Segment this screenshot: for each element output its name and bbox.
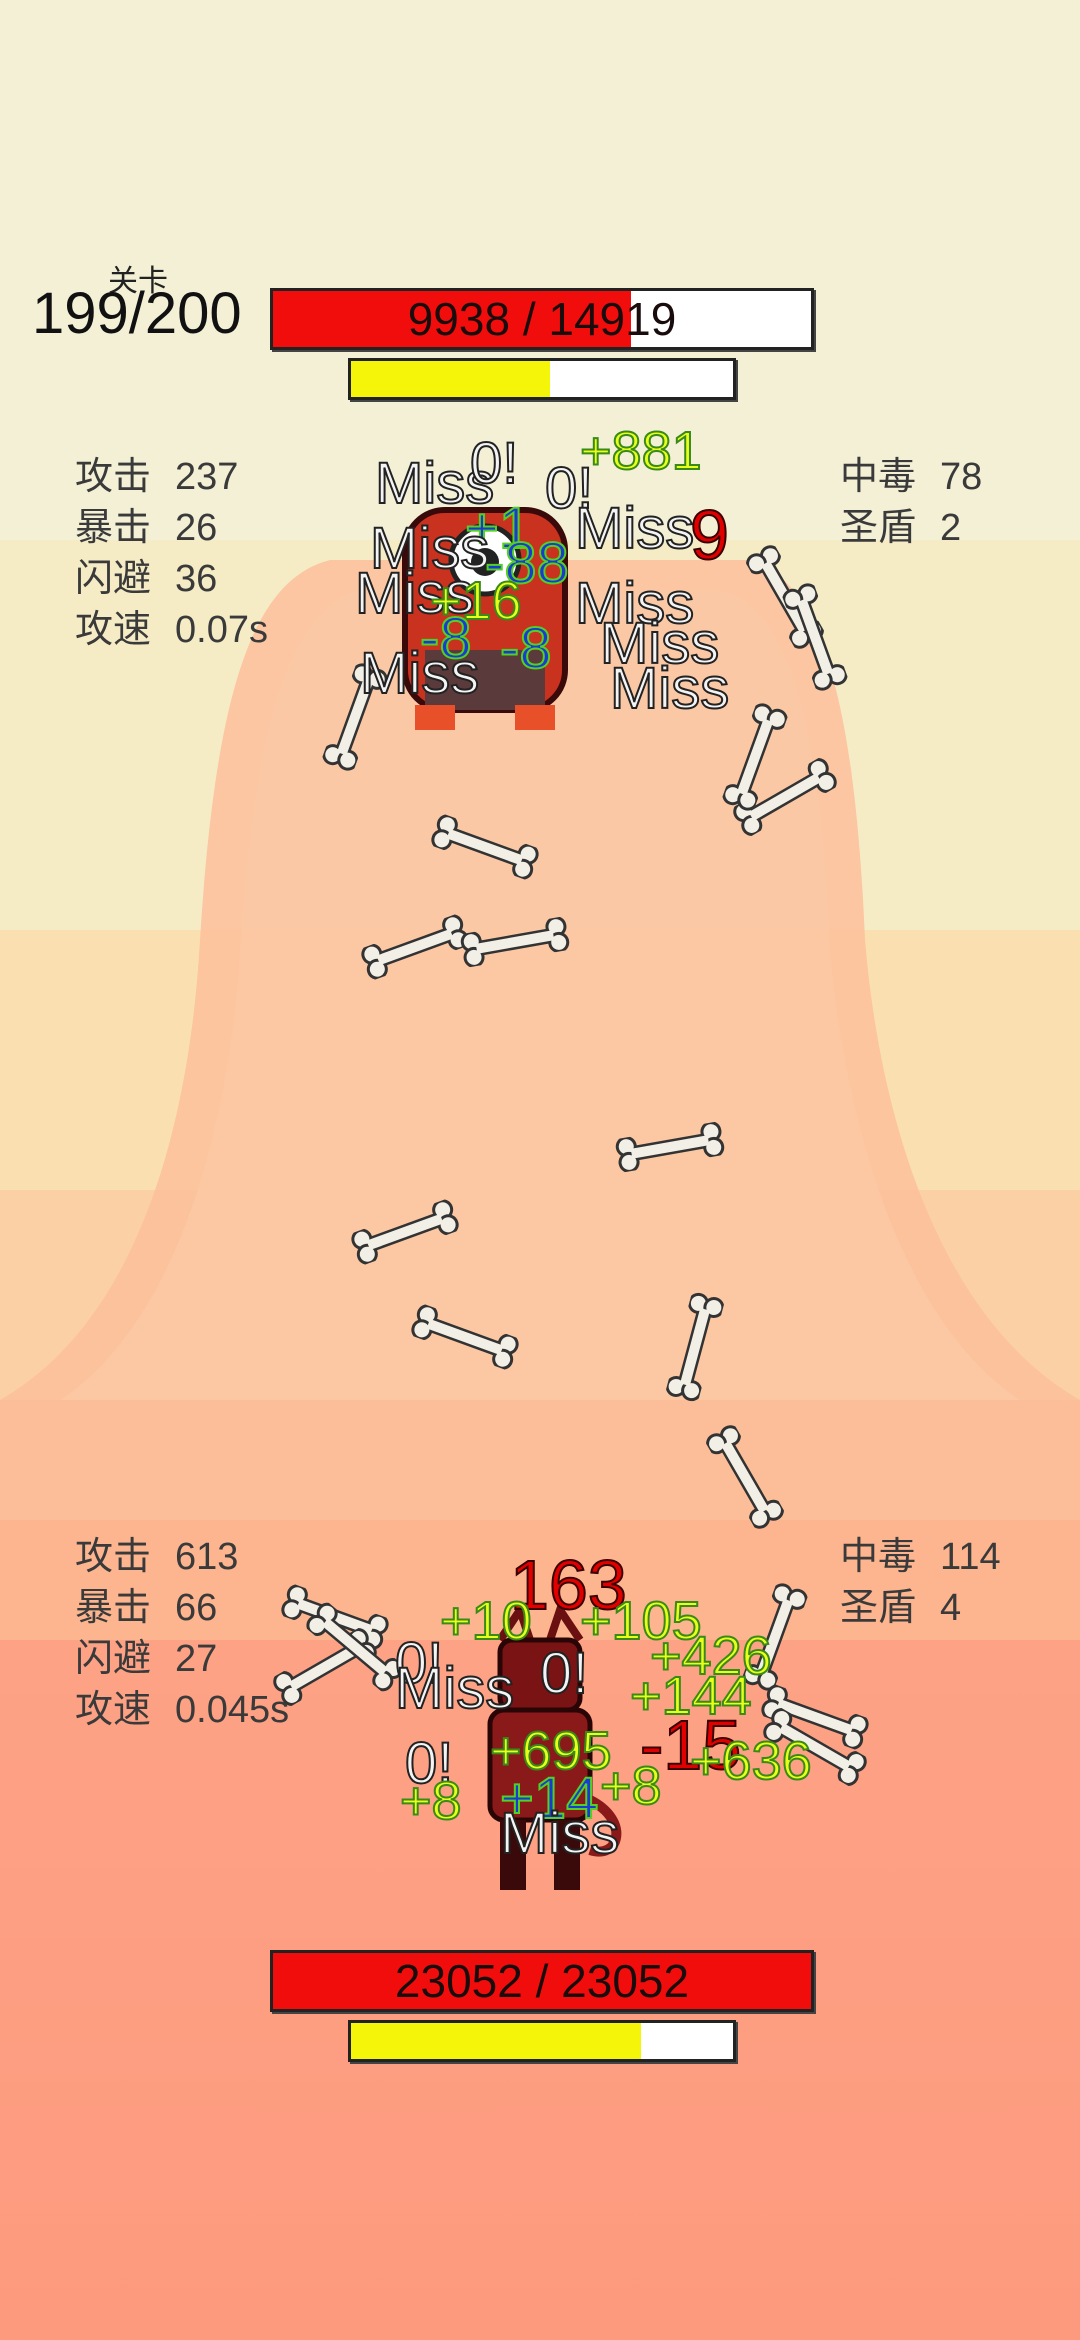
player-stat-row: 攻速 0.045s	[75, 1685, 289, 1736]
enemy-combat-popup: 9	[689, 495, 730, 575]
stat-value: 36	[175, 558, 218, 600]
stage-counter: 199/200	[32, 281, 242, 346]
stat-label: 攻击	[75, 456, 152, 498]
stat-value: 2	[940, 507, 962, 549]
stat-label: 暴击	[75, 1587, 152, 1629]
enemy-stat-row: 暴击 26	[75, 503, 268, 554]
enemy-stats-right: 中毒 78 圣盾 2	[840, 452, 982, 554]
stat-label: 圣盾	[840, 507, 917, 549]
player-energy-fill	[351, 2023, 642, 2059]
stat-label: 暴击	[75, 507, 152, 549]
stat-label: 攻速	[75, 1689, 152, 1731]
enemy-stat-row: 攻击 237	[75, 452, 268, 503]
player-stats-left: 攻击 613 暴击 66 闪避 27 攻速 0.045s	[75, 1532, 289, 1736]
enemy-hp-text: 9938 / 14919	[407, 293, 677, 345]
stat-value: 26	[175, 507, 218, 549]
stat-label: 圣盾	[840, 1587, 917, 1629]
enemy-hp-bar: 9938 / 14919	[270, 288, 814, 350]
player-stat-row: 中毒 114	[840, 1532, 1001, 1583]
stat-label: 攻速	[75, 609, 152, 651]
enemy-combat-popup: 0!	[469, 430, 519, 497]
player-hp-text: 23052 / 23052	[394, 1955, 690, 2007]
player-hp-bar: 23052 / 23052	[270, 1950, 814, 2012]
enemy-stat-row: 闪避 36	[75, 554, 268, 605]
stat-label: 闪避	[75, 558, 152, 600]
player-stat-row: 攻击 613	[75, 1532, 289, 1583]
player-stat-row: 闪避 27	[75, 1634, 289, 1685]
stat-label: 攻击	[75, 1536, 152, 1578]
enemy-stat-row: 中毒 78	[840, 452, 982, 503]
player-combat-popup: +8	[399, 1770, 463, 1832]
player-combat-popup: +636	[689, 1730, 813, 1792]
enemy-energy-fill	[351, 361, 550, 397]
stat-value: 114	[940, 1536, 1001, 1578]
enemy-stat-row: 圣盾 2	[840, 503, 982, 554]
player-combat-popup: +10	[439, 1590, 533, 1652]
enemy-energy-bar	[348, 358, 736, 400]
stat-value: 613	[175, 1536, 239, 1578]
stat-label: 中毒	[840, 456, 917, 498]
enemy-combat-popup: Miss	[609, 655, 730, 722]
enemy-combat-popup: -8	[499, 615, 553, 682]
enemy-combat-popup: Miss	[574, 495, 695, 562]
player-combat-popup: 0!	[539, 1640, 589, 1707]
player-combat-popup: Miss	[394, 1655, 515, 1722]
stat-label: 中毒	[840, 1536, 917, 1578]
player-energy-bar	[348, 2020, 736, 2062]
stat-value: 237	[175, 456, 239, 498]
player-stat-row: 圣盾 4	[840, 1583, 1001, 1634]
stat-value: 78	[940, 456, 983, 498]
player-stats-right: 中毒 114 圣盾 4	[840, 1532, 1001, 1634]
stat-value: 4	[940, 1587, 962, 1629]
stat-label: 闪避	[75, 1638, 152, 1680]
enemy-combat-popup: Miss	[359, 640, 480, 707]
stat-value: 0.07s	[175, 609, 268, 651]
enemy-combat-popup: +881	[579, 420, 703, 482]
stat-value: 27	[175, 1638, 218, 1680]
stat-value: 66	[175, 1587, 218, 1629]
stat-value: 0.045s	[175, 1689, 290, 1731]
player-combat-popup: Miss	[499, 1800, 620, 1867]
enemy-stats-left: 攻击 237 暴击 26 闪避 36 攻速 0.07s	[75, 452, 268, 656]
player-stat-row: 暴击 66	[75, 1583, 289, 1634]
enemy-stat-row: 攻速 0.07s	[75, 605, 268, 656]
